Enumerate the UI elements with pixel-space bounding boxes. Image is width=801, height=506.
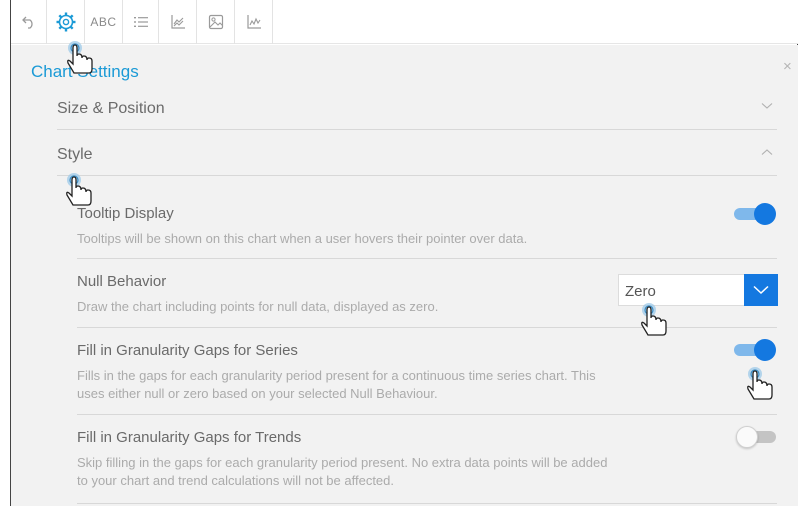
toggle-knob xyxy=(754,203,776,225)
chart-settings-window: ABC Chart Settings × Size & Position Sty… xyxy=(10,0,798,506)
hand-cursor-icon xyxy=(747,367,773,400)
chevron-down-icon xyxy=(753,285,769,295)
setting-description: Tooltips will be shown on this chart whe… xyxy=(77,231,528,246)
hand-cursor-icon xyxy=(641,303,667,336)
select-dropdown-button[interactable] xyxy=(744,274,778,306)
toggle-knob xyxy=(754,339,776,361)
axis-chart-icon xyxy=(170,15,185,29)
chart-settings-panel: Chart Settings × Size & Position Style T… xyxy=(11,45,798,506)
setting-tooltip-display: Tooltip Display Tooltips will be shown o… xyxy=(77,176,777,259)
setting-description-line: Fills in the gaps for each granularity p… xyxy=(77,368,596,383)
section-style[interactable]: Style xyxy=(57,130,777,176)
gear-icon xyxy=(56,12,75,32)
image-tab-button[interactable] xyxy=(197,0,235,44)
setting-name: Fill in Granularity Gaps for Trends xyxy=(77,429,302,446)
setting-gaps-series: Fill in Granularity Gaps for Series Fill… xyxy=(77,328,777,415)
setting-name: Null Behavior xyxy=(77,273,167,290)
setting-description-line: Skip filling in the gaps for each granul… xyxy=(77,455,608,470)
list-icon xyxy=(133,17,148,27)
close-icon[interactable]: × xyxy=(783,58,792,75)
undo-button[interactable] xyxy=(11,0,47,44)
setting-name: Fill in Granularity Gaps for Series xyxy=(77,342,298,359)
text-tab-button[interactable]: ABC xyxy=(85,0,123,44)
abc-text-icon: ABC xyxy=(90,15,117,29)
section-label: Style xyxy=(57,146,93,163)
series-tab-button[interactable] xyxy=(235,0,273,44)
settings-tab-button[interactable] xyxy=(47,0,85,44)
chevron-up-icon xyxy=(761,149,773,155)
axis-tab-button[interactable] xyxy=(159,0,197,44)
section-size-position[interactable]: Size & Position xyxy=(57,84,777,130)
gaps-series-toggle[interactable] xyxy=(734,339,776,361)
section-label: Size & Position xyxy=(57,100,165,117)
undo-icon xyxy=(21,16,33,29)
chevron-down-icon xyxy=(761,103,773,109)
select-value: Zero xyxy=(625,283,656,300)
line-chart-icon xyxy=(246,15,261,29)
hand-cursor-icon xyxy=(66,173,92,206)
gaps-trends-toggle[interactable] xyxy=(736,426,780,448)
toolbar: ABC xyxy=(11,0,798,44)
image-icon xyxy=(208,14,223,30)
setting-description-line: uses either null or zero based on your s… xyxy=(77,386,438,401)
tooltip-display-toggle[interactable] xyxy=(734,203,776,225)
toggle-knob xyxy=(736,426,758,448)
setting-gaps-trends: Fill in Granularity Gaps for Trends Skip… xyxy=(77,415,777,504)
hand-cursor-icon xyxy=(67,41,93,74)
legend-tab-button[interactable] xyxy=(123,0,159,44)
setting-description-line: to your chart and trend calculations wil… xyxy=(77,473,395,488)
